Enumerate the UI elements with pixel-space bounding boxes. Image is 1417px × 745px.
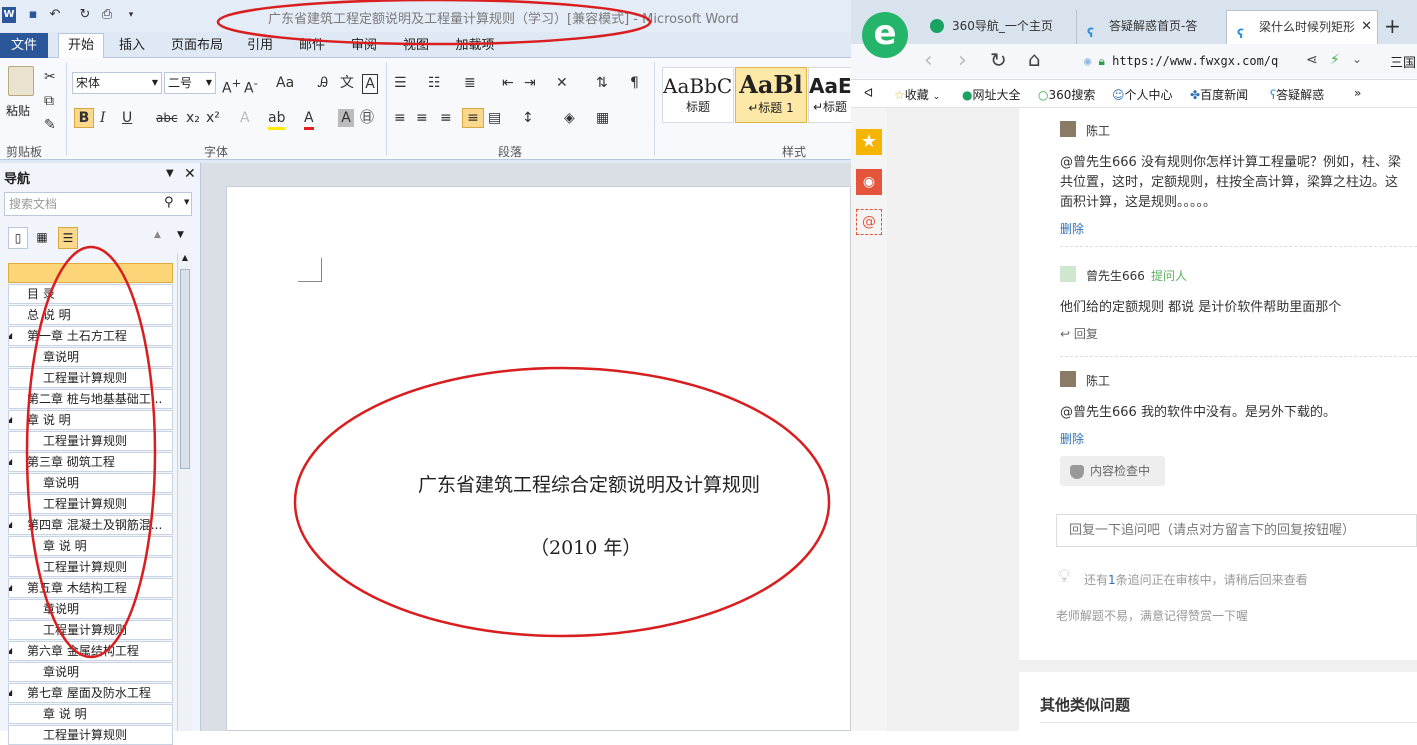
divider (1060, 356, 1417, 357)
weibo-icon[interactable]: ◉ (856, 169, 882, 195)
url-field[interactable]: ◉ 🔒︎ https://www.fwxgx.com/q (1084, 50, 1302, 74)
chevron-down-icon[interactable]: ⌄ (1352, 52, 1362, 66)
comment-text-line: 面积计算，这是规则。。。。。 (1060, 195, 1217, 210)
tab-label: 360导航_一个主页 (952, 19, 1053, 33)
shield-icon: ◉ (1084, 54, 1092, 68)
annotation-ellipse-title (216, 0, 652, 46)
new-tab-icon[interactable]: + (1384, 14, 1401, 38)
fav-item-collect[interactable]: ☆收藏 ⌄ (894, 86, 940, 103)
comment-text-line: @曾先生666 没有规则你怎样计算工程量呢？例如，柱、梁 (1060, 155, 1401, 170)
menu-label[interactable]: 三国 (1390, 52, 1416, 71)
nav360-icon: ● (962, 88, 973, 102)
close-icon[interactable]: ✕ (1361, 11, 1372, 43)
annotation-ellipse-heading (293, 366, 831, 638)
tab-label: 梁什么时候列矩形 (1259, 20, 1356, 34)
back-icon[interactable]: ‹ (924, 48, 933, 73)
browser-tab[interactable]: ʕ 答疑解惑首页-答 (1076, 10, 1222, 44)
reply-icon: ↩ (1060, 327, 1071, 341)
favorite-star-icon[interactable]: ★ (856, 129, 882, 155)
comment-user: 曾先生666 (1086, 269, 1145, 283)
chevron-down-icon: ⌄ (932, 92, 941, 102)
delete-link[interactable]: 删除 (1060, 220, 1084, 237)
browser-tab-active[interactable]: ʕ 梁什么时候列矩形 ✕ (1226, 10, 1378, 44)
star-icon: ☆ (894, 88, 905, 102)
similar-divider (1040, 722, 1417, 723)
home-icon[interactable]: ⌂ (1028, 47, 1041, 71)
fav-item-search[interactable]: ○360搜索 (1038, 86, 1095, 103)
more-favorites-icon[interactable]: » (1354, 86, 1361, 100)
search360-icon: ○ (1038, 88, 1049, 102)
mail-icon[interactable]: @ (856, 209, 882, 235)
fav-item-personal[interactable]: ☺个人中心 (1112, 86, 1173, 103)
thanks-note: 老师解题不易，满意记得赞赏一下喔 (1056, 609, 1249, 623)
browser-sidebar (851, 108, 887, 731)
qa-site-icon: ʕ (1237, 27, 1244, 41)
reply-link[interactable]: ↩ 回复 (1060, 325, 1098, 342)
pending-note: 还有1条追问正在审核中，请稍后回来查看 (1084, 573, 1308, 587)
review-status-badge: 内容检查中 (1060, 456, 1165, 486)
sidebar-toggle-icon[interactable]: ᐊ (864, 86, 873, 100)
accelerate-icon[interactable]: ⚡︎ (1330, 52, 1340, 68)
lightbulb-icon: 💡︎ (1058, 566, 1071, 587)
annotation-ellipse-nav (25, 245, 157, 659)
qa-site-icon: ʕ (1087, 26, 1094, 40)
fav-item-news[interactable]: ✤百度新闻 (1190, 86, 1248, 103)
share-icon[interactable]: ⋖ (1306, 52, 1318, 68)
nav360-icon (930, 19, 944, 33)
comment-text-line: 共位置，这时，定额规则，柱按全高计算，梁算之柱边。这 (1060, 175, 1399, 190)
url-text: https://www.fwxgx.com/q (1112, 54, 1279, 68)
avatar (1060, 371, 1076, 387)
comment-text-line: 他们给的定额规则 都说 是计价软件帮助里面那个 (1060, 300, 1342, 315)
paw-icon: ✤ (1190, 88, 1201, 102)
shield-icon (1070, 464, 1084, 479)
reload-icon[interactable]: ↻ (990, 48, 1007, 72)
browser-tab[interactable]: 360导航_一个主页 (920, 10, 1070, 44)
lock-icon: 🔒︎ (1098, 54, 1105, 68)
divider (1060, 246, 1417, 247)
delete-link[interactable]: 删除 (1060, 430, 1084, 447)
comment-user: 陈工 (1086, 374, 1111, 388)
annotation-overlay (25, 0, 831, 659)
avatar (1060, 266, 1076, 282)
forward-icon[interactable]: › (958, 48, 967, 73)
reply-input[interactable]: 回复一下追问吧（请点对方留言下的回复按钮喔） (1056, 514, 1417, 547)
fav-item-qa[interactable]: ʕ答疑解惑 (1270, 86, 1324, 103)
similar-heading: 其他类似问题 (1040, 696, 1131, 714)
comment-user: 陈工 (1086, 124, 1111, 138)
browser-logo-icon[interactable]: e (862, 12, 908, 58)
user-icon: ☺ (1112, 88, 1125, 102)
tab-label: 答疑解惑首页-答 (1109, 19, 1198, 33)
asker-badge: 提问人 (1151, 269, 1188, 283)
fav-item-sites[interactable]: ●网址大全 (962, 86, 1021, 103)
comment-text-line: @曾先生666 我的软件中没有。是另外下载的。 (1060, 405, 1336, 420)
avatar (1060, 121, 1076, 137)
